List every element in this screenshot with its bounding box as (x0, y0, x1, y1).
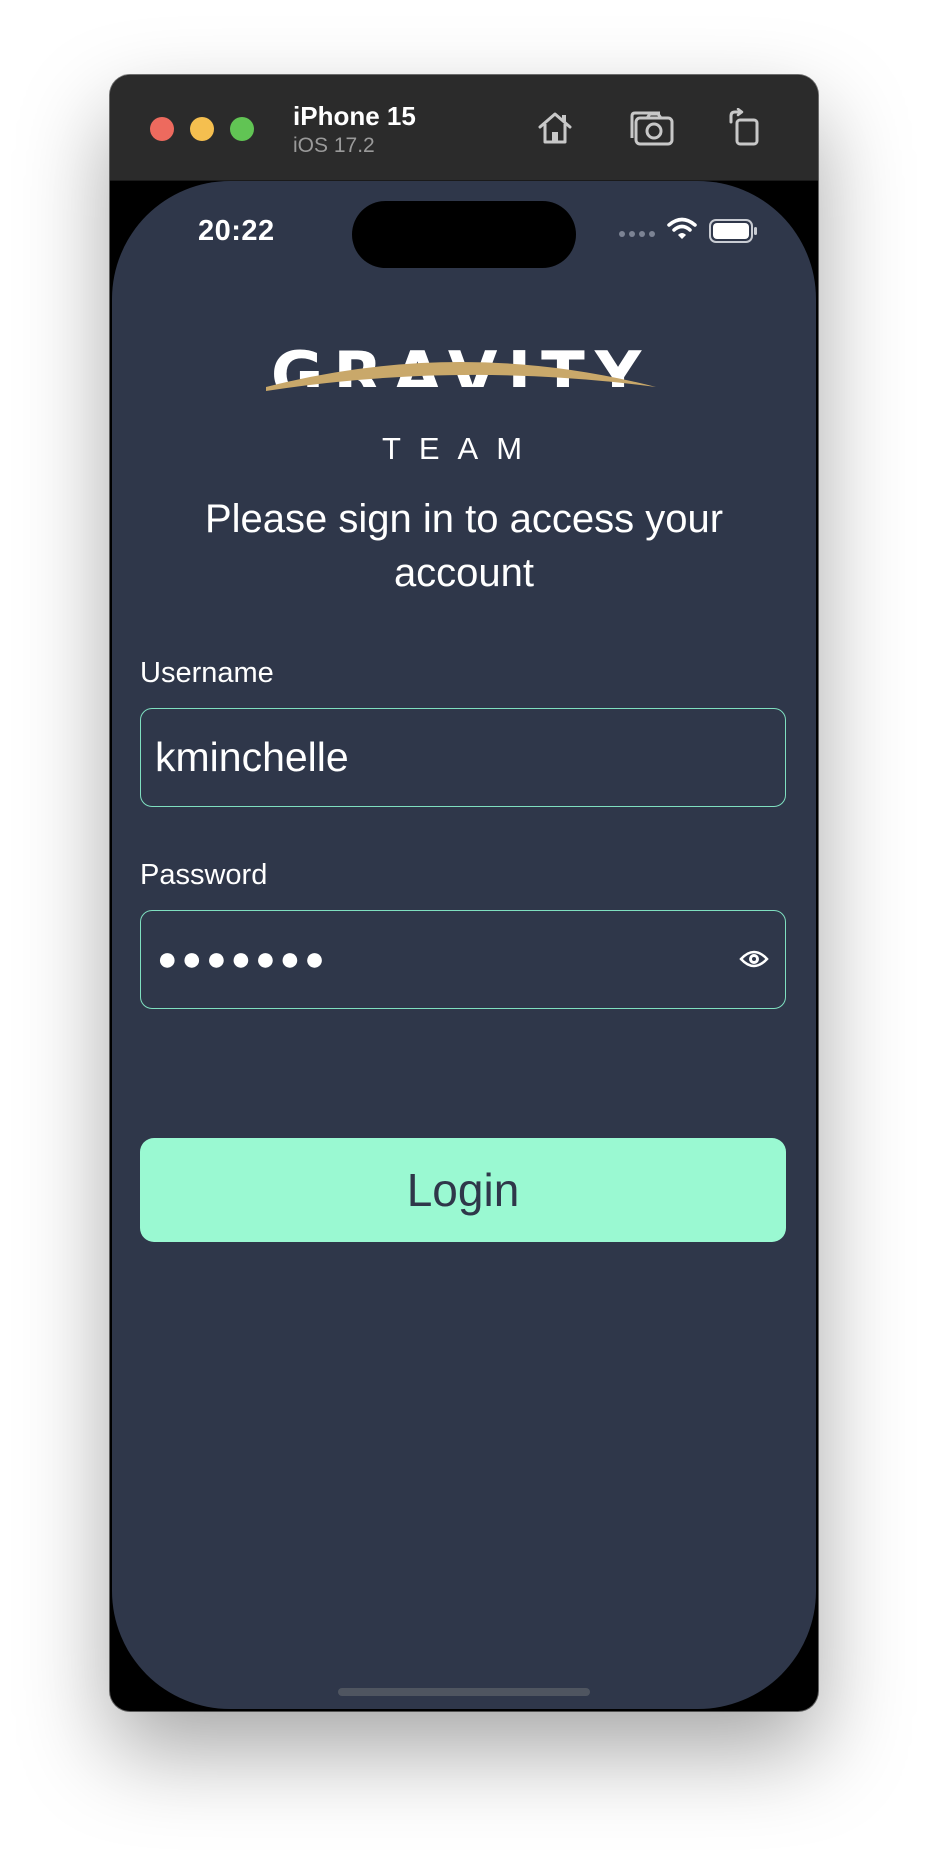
battery-icon (709, 219, 757, 243)
home-indicator[interactable] (338, 1688, 590, 1696)
phone-screen: 20:22 GRAVITY TEAM Please sign in to acc… (112, 181, 816, 1709)
gravity-team-logo: GRAVITY TEAM (266, 331, 656, 471)
login-button[interactable]: Login (140, 1138, 786, 1242)
password-label: Password (140, 859, 268, 891)
home-button[interactable] (530, 103, 580, 153)
device-name: iPhone 15 (293, 101, 416, 131)
rotate-button[interactable] (720, 103, 770, 153)
signal-dots-icon (619, 231, 655, 237)
dynamic-island (352, 201, 576, 268)
logo-subword: TEAM (381, 431, 541, 466)
simulator-window: iPhone 15 iOS 17.2 20:22 GRAVITY TEAM Pl… (110, 75, 818, 1711)
username-value: kminchelle (155, 734, 349, 780)
minimize-window-button[interactable] (190, 117, 214, 141)
screenshot-icon (630, 111, 674, 146)
eye-icon[interactable] (739, 947, 769, 971)
home-icon (538, 112, 572, 144)
wifi-icon (667, 217, 697, 239)
password-value: ●●●●●●● (157, 940, 329, 978)
rotate-icon (729, 108, 759, 146)
username-label: Username (140, 657, 274, 689)
password-field[interactable]: ●●●●●●● (140, 910, 786, 1009)
username-field[interactable]: kminchelle (140, 708, 786, 807)
status-time: 20:22 (198, 215, 275, 247)
device-os-version: iOS 17.2 (293, 134, 375, 157)
close-window-button[interactable] (150, 117, 174, 141)
simulator-titlebar: iPhone 15 iOS 17.2 (110, 75, 818, 181)
screenshot-button[interactable] (628, 103, 678, 153)
zoom-window-button[interactable] (230, 117, 254, 141)
sign-in-heading: Please sign in to access your account (204, 497, 724, 595)
logo-mark: GRAVITY (266, 339, 656, 431)
